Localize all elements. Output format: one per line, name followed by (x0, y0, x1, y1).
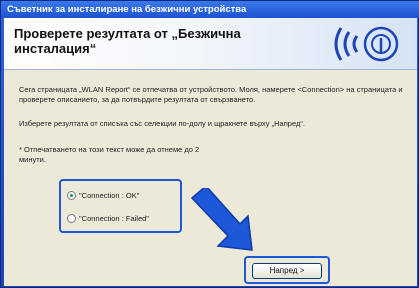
instruction-text: Сега страницата „WLAN Report“ се отпечат… (19, 85, 403, 104)
pointer-arrow-icon (190, 188, 253, 251)
print-time-note: * Отпечатването на този текст може да от… (19, 145, 200, 164)
radio-selected-icon[interactable] (67, 191, 76, 200)
installer-window: Съветник за инсталиране на безжични устр… (0, 0, 419, 288)
option-label: "Connection : Failed" (79, 214, 149, 223)
page-title: Проверете резултата от „Безжична инстала… (14, 26, 241, 56)
content-area: Сега страницата „WLAN Report“ се отпечат… (4, 70, 417, 286)
option-label: "Connection : OK" (79, 191, 140, 200)
wifi-logo-icon (334, 26, 399, 62)
window-title: Съветник за инсталиране на безжични устр… (1, 1, 419, 18)
radio-unselected-icon[interactable] (67, 214, 76, 223)
option-connection-ok[interactable]: "Connection : OK" (67, 191, 139, 200)
next-button-highlight: Напред > (244, 256, 330, 284)
next-button[interactable]: Напред > (252, 263, 322, 279)
selection-instruction-text: Изберете резултата от списъка със селекц… (19, 119, 305, 128)
header-panel: Проверете резултата от „Безжична инстала… (4, 18, 417, 70)
result-options-group: "Connection : OK" "Connection : Failed" (59, 179, 182, 233)
option-connection-failed[interactable]: "Connection : Failed" (67, 214, 149, 223)
